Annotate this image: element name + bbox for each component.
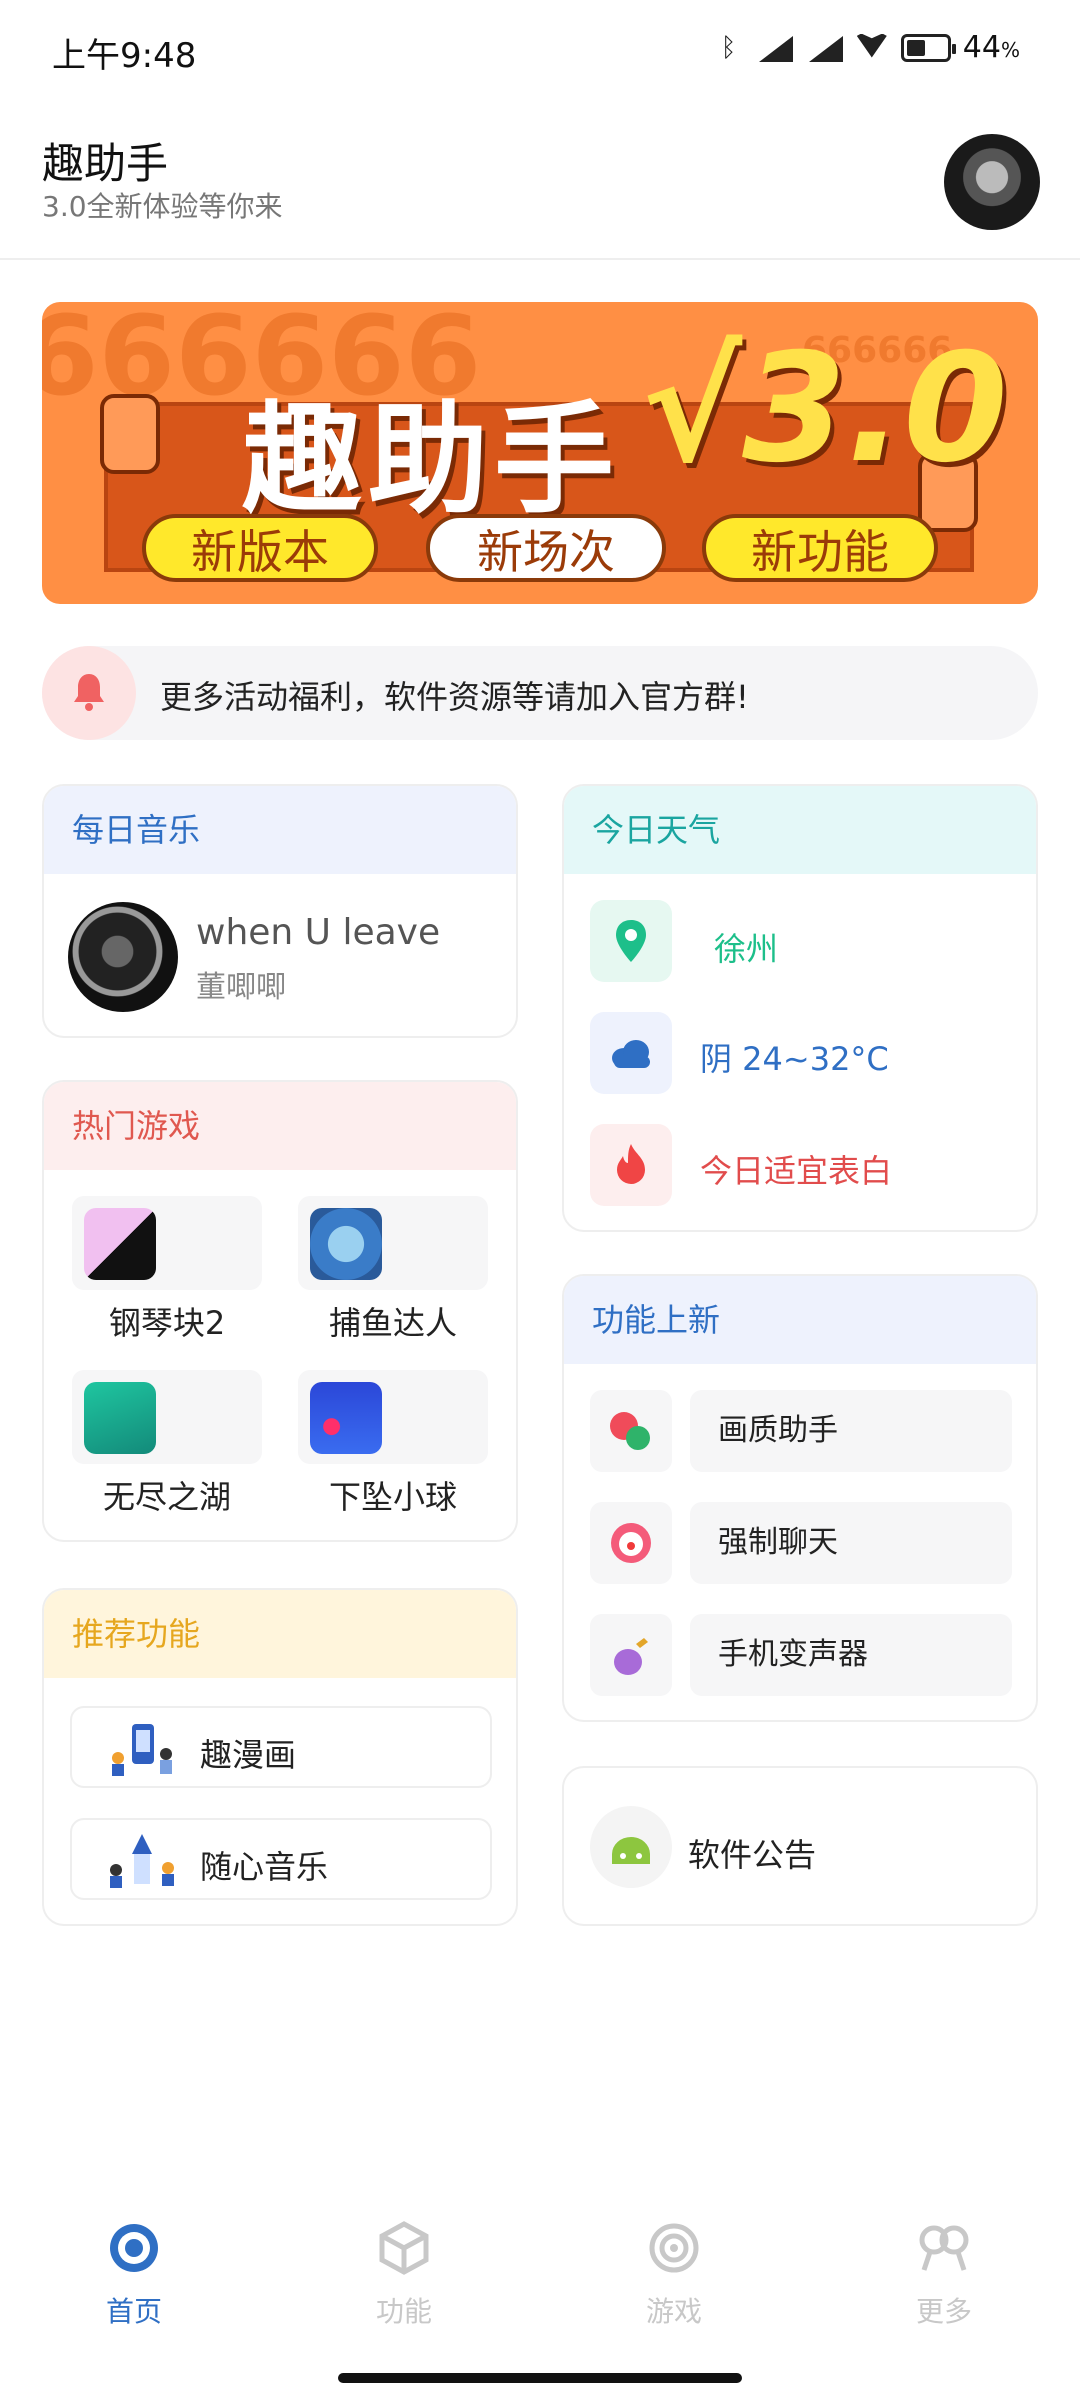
eggplant-icon xyxy=(590,1614,672,1696)
recommend-comic-label: 趣漫画 xyxy=(200,1736,297,1774)
zigzag-game-icon xyxy=(84,1382,156,1454)
nav-games[interactable]: 游戏 xyxy=(594,2220,754,2330)
announcement-label: 软件公告 xyxy=(688,1836,817,1874)
clown-icon xyxy=(590,1502,672,1584)
weather-card: 今日天气 徐州 阴 24~32°C 今日适宜表白 xyxy=(562,784,1038,1232)
status-bar: 上午9:48 ᛒ 44% xyxy=(0,0,1080,100)
bottom-nav: 首页 功能 游戏 更多 xyxy=(0,2180,1080,2400)
bell-icon xyxy=(74,674,104,711)
game-item-ball[interactable] xyxy=(298,1370,488,1464)
game-label: 捕鱼达人 xyxy=(328,1304,457,1342)
recommend-music-label: 随心音乐 xyxy=(200,1848,329,1886)
comic-illustration-icon xyxy=(112,1724,172,1776)
weather-temp: 阴 24~32°C xyxy=(700,1040,889,1078)
balloon-icon xyxy=(590,1390,672,1472)
app-title: 趣助手 xyxy=(42,139,169,188)
card-header: 每日音乐 xyxy=(44,786,516,874)
recommend-card: 推荐功能 趣漫画 随心音乐 xyxy=(42,1588,518,1926)
status-time: 上午9:48 xyxy=(52,36,197,76)
announcement-card[interactable]: 软件公告 xyxy=(562,1766,1038,1926)
battery-icon xyxy=(900,33,956,62)
music-illustration-icon xyxy=(110,1834,174,1888)
recommend-comic-button[interactable]: 趣漫画 xyxy=(70,1706,492,1788)
home-target-icon xyxy=(110,2224,158,2272)
daily-music-card[interactable]: 每日音乐 when U leave 董唧唧 xyxy=(42,784,518,1038)
nav-home[interactable]: 首页 xyxy=(54,2220,214,2330)
feature-force-chat[interactable]: 强制聊天 xyxy=(690,1502,1012,1584)
hot-games-card: 热门游戏 钢琴块2 捕鱼达人 无尽之湖 下坠小球 xyxy=(42,1080,518,1542)
banner-pill-new-feature: 新功能 xyxy=(702,514,938,582)
album-cover xyxy=(68,902,178,1012)
game-item-lake[interactable] xyxy=(72,1370,262,1464)
nav-more-label: 更多 xyxy=(915,2295,972,2328)
song-artist: 董唧唧 xyxy=(196,970,286,1005)
location-pin-icon xyxy=(590,900,672,982)
game-label: 无尽之湖 xyxy=(102,1478,231,1516)
app-header: 趣助手 3.0全新体验等你来 xyxy=(0,100,1080,260)
game-label: 下坠小球 xyxy=(328,1478,457,1516)
card-header: 推荐功能 xyxy=(44,1590,516,1678)
nav-games-label: 游戏 xyxy=(645,2295,702,2328)
falling-ball-icon xyxy=(310,1382,382,1454)
weather-tip: 今日适宜表白 xyxy=(700,1152,893,1190)
battery-percent: 44% xyxy=(962,30,1020,65)
song-title: when U leave xyxy=(196,912,441,953)
status-icons: ᛒ 44% xyxy=(721,30,1020,65)
android-icon xyxy=(590,1806,672,1888)
banner-pill-new-session: 新场次 xyxy=(426,514,666,582)
piano-tiles-icon xyxy=(84,1208,156,1280)
fish-game-icon xyxy=(310,1208,382,1280)
game-item-fish[interactable] xyxy=(298,1196,488,1290)
banner-title: 趣助手 xyxy=(242,391,620,530)
banner-pill-new-version: 新版本 xyxy=(142,514,378,582)
nav-features[interactable]: 功能 xyxy=(324,2220,484,2330)
nav-home-label: 首页 xyxy=(105,2295,162,2328)
signal-icon-2 xyxy=(805,34,843,62)
card-header: 功能上新 xyxy=(564,1276,1036,1364)
bluetooth-icon: ᛒ xyxy=(720,32,737,63)
more-circles-icon xyxy=(919,2225,969,2271)
feature-voice-changer[interactable]: 手机变声器 xyxy=(690,1614,1012,1696)
banner-version: √3.0 xyxy=(642,322,1008,496)
new-features-card: 功能上新 画质助手 强制聊天 手机变声器 xyxy=(562,1274,1038,1722)
thumbs-up-icon xyxy=(100,394,160,474)
avatar[interactable] xyxy=(944,134,1040,230)
cube-icon xyxy=(379,2221,429,2275)
nav-more[interactable]: 更多 xyxy=(864,2220,1024,2330)
notice-bar[interactable]: 更多活动福利，软件资源等请加入官方群! xyxy=(42,646,1038,740)
app-subtitle: 3.0全新体验等你来 xyxy=(42,190,283,223)
weather-city: 徐州 xyxy=(714,930,779,968)
cloud-icon xyxy=(590,1012,672,1094)
flame-icon xyxy=(590,1124,672,1206)
signal-icon xyxy=(755,34,793,62)
game-swirl-icon xyxy=(649,2223,699,2273)
notice-text: 更多活动福利，软件资源等请加入官方群! xyxy=(160,678,749,716)
feature-quality-helper[interactable]: 画质助手 xyxy=(690,1390,1012,1472)
nav-features-label: 功能 xyxy=(375,2295,432,2328)
promo-banner[interactable]: 666666 666666 趣助手 √3.0 新版本 新场次 新功能 xyxy=(42,302,1038,604)
card-header: 热门游戏 xyxy=(44,1082,516,1170)
home-indicator[interactable] xyxy=(338,2373,742,2383)
game-item-piano[interactable] xyxy=(72,1196,262,1290)
card-header: 今日天气 xyxy=(564,786,1036,874)
game-label: 钢琴块2 xyxy=(108,1304,226,1342)
recommend-music-button[interactable]: 随心音乐 xyxy=(70,1818,492,1900)
bell-icon-wrap xyxy=(42,646,136,740)
wifi-icon xyxy=(855,34,889,62)
